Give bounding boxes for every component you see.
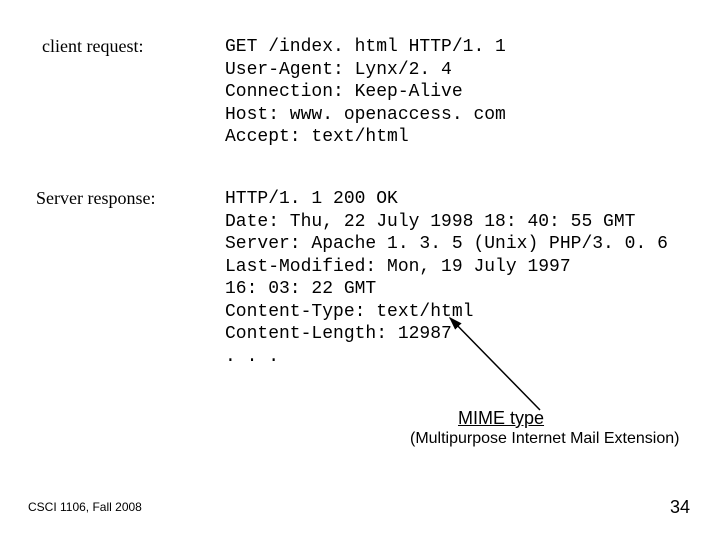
response-line: Date: Thu, 22 July 1998 18: 40: 55 GMT xyxy=(225,212,635,232)
response-line: HTTP/1. 1 200 OK xyxy=(225,189,398,209)
footer-course: CSCI 1106, Fall 2008 xyxy=(28,500,142,514)
mime-type-heading: MIME type xyxy=(458,408,544,429)
response-line: Last-Modified: Mon, 19 July 1997 xyxy=(225,257,571,277)
request-line: User-Agent: Lynx/2. 4 xyxy=(225,60,452,80)
request-line: Host: www. openaccess. com xyxy=(225,105,506,125)
server-response-label: Server response: xyxy=(36,188,155,209)
response-line: Content-Length: 12987 xyxy=(225,324,452,344)
request-line: GET /index. html HTTP/1. 1 xyxy=(225,37,506,57)
mime-type-subtitle: (Multipurpose Internet Mail Extension) xyxy=(410,430,679,448)
slide: client request: GET /index. html HTTP/1.… xyxy=(0,0,720,540)
response-line: . . . xyxy=(225,347,279,367)
request-line: Connection: Keep-Alive xyxy=(225,82,463,102)
server-response-code: HTTP/1. 1 200 OK Date: Thu, 22 July 1998… xyxy=(225,188,668,368)
response-line: Server: Apache 1. 3. 5 (Unix) PHP/3. 0. … xyxy=(225,234,668,254)
client-request-label: client request: xyxy=(42,36,143,57)
request-line: Accept: text/html xyxy=(225,127,409,147)
footer-page-number: 34 xyxy=(670,497,690,518)
response-line: Content-Type: text/html xyxy=(225,302,473,322)
response-line: 16: 03: 22 GMT xyxy=(225,279,376,299)
client-request-code: GET /index. html HTTP/1. 1 User-Agent: L… xyxy=(225,36,506,149)
